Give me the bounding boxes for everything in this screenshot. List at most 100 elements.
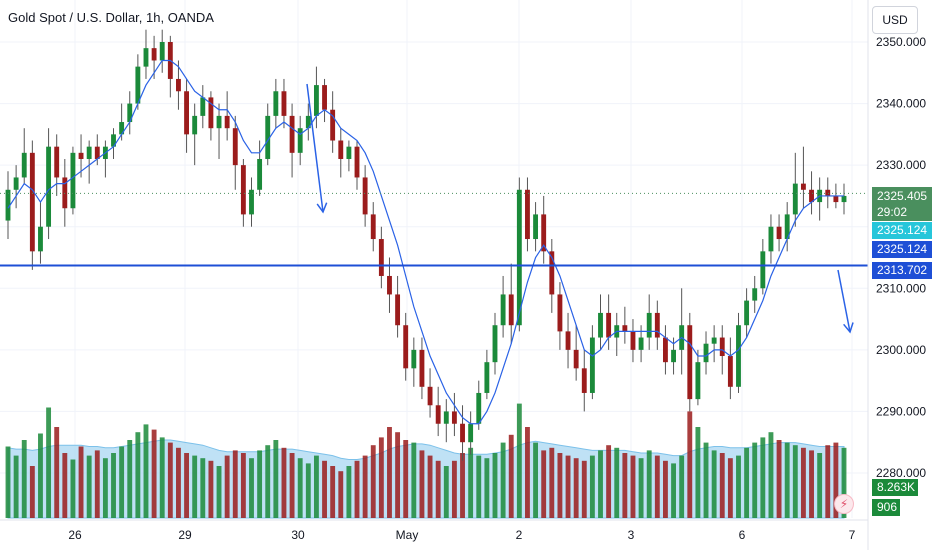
- candle-body: [654, 312, 660, 338]
- volume-bar: [435, 460, 441, 518]
- currency-button[interactable]: USD: [872, 6, 918, 34]
- candle-body: [427, 386, 433, 406]
- candle-body: [703, 343, 709, 363]
- candle-body: [573, 349, 579, 369]
- volume-bar: [654, 455, 660, 518]
- volume-bar: [240, 453, 246, 518]
- volume-bar: [622, 453, 628, 518]
- candle-body: [557, 294, 563, 332]
- volume-bar: [549, 447, 555, 518]
- volume-bar: [354, 460, 360, 518]
- ma-badge: 2325.124: [872, 222, 932, 239]
- volume-bar: [94, 450, 100, 518]
- volume-bar: [70, 459, 76, 518]
- candle-body: [581, 368, 587, 393]
- y-tick-label: 2300.000: [876, 343, 926, 357]
- candle-body: [378, 239, 384, 276]
- volume-bar: [776, 440, 782, 518]
- lightning-icon[interactable]: ⚡: [834, 494, 854, 514]
- volume-ma-badge: 8.263K: [872, 479, 918, 496]
- volume-bar: [573, 458, 579, 518]
- candle-body: [216, 115, 222, 129]
- candle-body: [21, 152, 27, 178]
- volume-bar: [646, 450, 652, 518]
- volume-bar: [516, 403, 522, 518]
- x-tick-label: 6: [739, 528, 746, 542]
- candle-body: [38, 226, 43, 252]
- volume-bar: [508, 434, 514, 518]
- volume-bar: [484, 458, 490, 518]
- volume-bar: [249, 458, 254, 518]
- volume-bar: [232, 450, 238, 518]
- volume-bar: [598, 450, 603, 518]
- volume-bar: [322, 460, 327, 518]
- candle-body: [249, 189, 254, 215]
- ma-badge-2: 2325.124: [872, 241, 932, 258]
- candle-body: [135, 66, 141, 104]
- price-chart[interactable]: 2350.0002340.0002330.0002320.0002310.000…: [0, 0, 932, 550]
- volume-bar: [792, 445, 798, 518]
- candle-body: [598, 312, 603, 338]
- last-price-badge: 2325.405 29:02: [872, 187, 932, 221]
- candle-body: [671, 349, 676, 363]
- candle-body: [435, 405, 441, 424]
- y-tick-label: 2340.000: [876, 97, 926, 111]
- volume-bar: [541, 450, 547, 518]
- volume-bar: [719, 453, 725, 518]
- candle-body: [638, 337, 644, 350]
- volume-bar: [395, 432, 401, 518]
- volume-bar: [638, 458, 644, 518]
- volume-bar: [695, 427, 701, 518]
- volume-bar: [208, 460, 214, 518]
- candle-body: [419, 349, 425, 387]
- candle-body: [500, 294, 506, 326]
- volume-bar: [192, 455, 198, 518]
- volume-bar: [346, 466, 352, 518]
- volume-bar: [265, 445, 271, 518]
- volume-bar: [86, 455, 92, 518]
- volume-bar: [305, 463, 311, 518]
- candle-body: [792, 183, 798, 215]
- candle-body: [589, 337, 595, 393]
- volume-bar: [800, 447, 806, 518]
- volume-bar: [525, 427, 530, 518]
- candle-body: [833, 195, 839, 203]
- volume-bar: [338, 471, 344, 518]
- volume-bar: [313, 455, 319, 518]
- candle-body: [354, 146, 360, 178]
- volume-bar: [257, 450, 263, 518]
- candle-body: [492, 325, 498, 363]
- y-tick-label: 2330.000: [876, 158, 926, 172]
- candle-body: [508, 294, 514, 326]
- candle-body: [54, 146, 60, 178]
- hline-badge: 2313.702: [872, 262, 932, 279]
- volume-bar: [21, 440, 27, 518]
- candle-body: [663, 337, 668, 363]
- volume-bar: [711, 450, 717, 518]
- candle-body: [78, 152, 84, 159]
- x-tick-label: 2: [516, 528, 523, 542]
- volume-bar: [216, 466, 222, 518]
- candle-body: [825, 189, 831, 196]
- candle-body: [281, 91, 287, 116]
- volume-bar: [127, 440, 133, 518]
- volume-bar: [184, 453, 189, 518]
- volume-bar: [29, 466, 35, 518]
- bar-countdown: 29:02: [877, 205, 908, 219]
- chart-window: 2350.0002340.0002330.0002320.0002310.000…: [0, 0, 932, 550]
- volume-bar: [760, 437, 766, 518]
- volume-bar: [38, 433, 43, 518]
- last-price-value: 2325.405: [877, 189, 928, 203]
- volume-bar: [825, 445, 831, 518]
- volume-bar: [581, 460, 587, 518]
- volume-bar: [273, 440, 279, 518]
- volume-bar: [370, 445, 376, 518]
- volume-bar: [200, 458, 206, 518]
- candle-body: [224, 115, 230, 129]
- candle-body: [468, 423, 474, 443]
- candle-body: [403, 325, 409, 369]
- candle-body: [630, 331, 636, 350]
- volume-bar: [630, 455, 636, 518]
- candle-body: [289, 115, 295, 153]
- volume-bar: [46, 407, 52, 518]
